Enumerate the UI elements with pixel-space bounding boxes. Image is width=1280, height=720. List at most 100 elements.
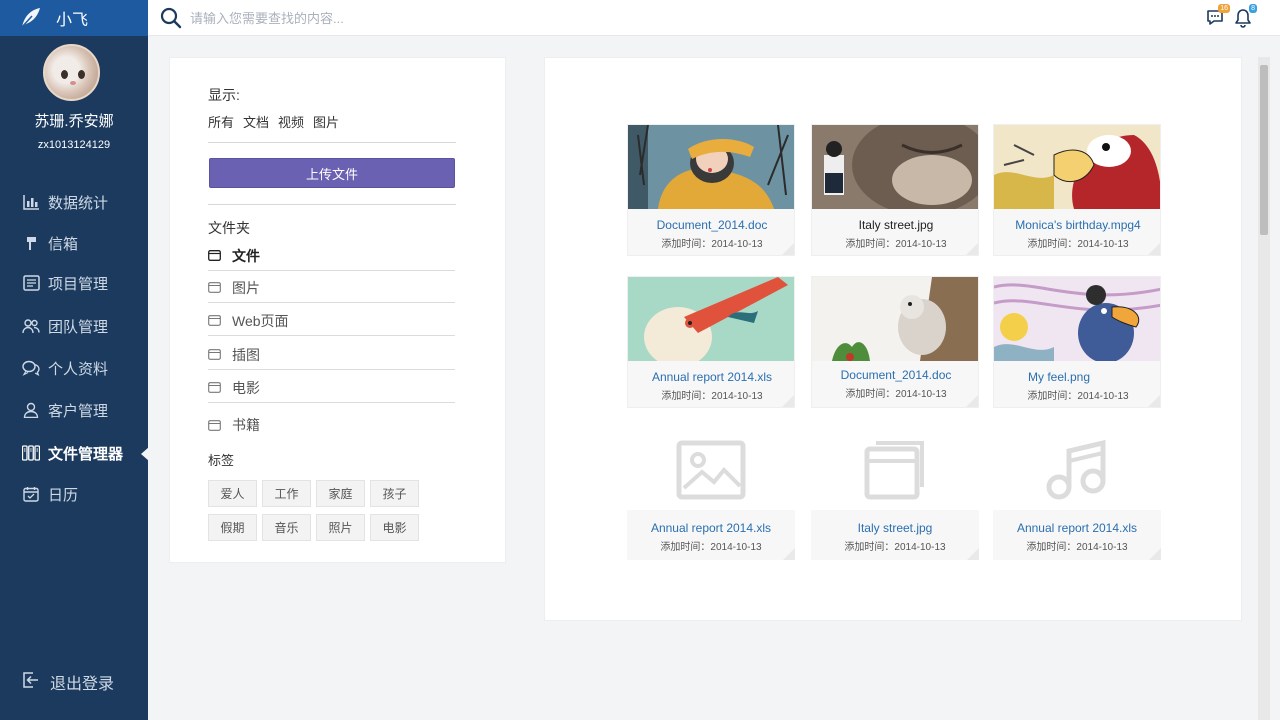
sidebar-item-profile[interactable]: 个人资料 bbox=[0, 348, 148, 388]
filter-images[interactable]: 图片 bbox=[313, 112, 339, 131]
sidebar-item-label: 日历 bbox=[48, 486, 79, 504]
sidebar-item-file-manager[interactable]: 文件管理器 bbox=[0, 433, 149, 473]
messages-badge: 16 bbox=[1218, 4, 1230, 13]
show-label: 显示: bbox=[208, 87, 240, 103]
folder-item-movies[interactable]: 电影 bbox=[208, 373, 455, 403]
logout-icon bbox=[22, 671, 40, 694]
file-name[interactable]: Italy street.jpg bbox=[811, 521, 979, 535]
filter-videos[interactable]: 视频 bbox=[278, 112, 304, 131]
file-name[interactable]: Annual report 2014.xls bbox=[627, 521, 795, 535]
folder-label: 文件 bbox=[232, 247, 260, 264]
folder-label: 电影 bbox=[232, 379, 260, 396]
folder-icon bbox=[208, 282, 221, 293]
logout-button[interactable]: 退出登录 bbox=[22, 670, 114, 694]
alerts-button[interactable]: 8 bbox=[1233, 4, 1257, 28]
project-icon bbox=[22, 274, 40, 292]
file-name[interactable]: Monica's birthday.mpg4 bbox=[994, 218, 1160, 232]
filter-panel: 显示: 所有 文档 视频 图片 上传文件 文件夹 文件 图片 Web页面 插图 … bbox=[169, 57, 506, 563]
tag-lover[interactable]: 爱人 bbox=[208, 480, 257, 507]
file-date: 添加时间：2014-10-13 bbox=[845, 389, 947, 400]
avatar[interactable] bbox=[43, 44, 100, 101]
filter-options: 所有 文档 视频 图片 bbox=[208, 112, 339, 131]
sidebar: 小飞 苏珊.乔安娜 zx1013124129 数据统计 信箱 项目管理 团队管理… bbox=[0, 0, 149, 720]
logout-label: 退出登录 bbox=[50, 676, 115, 693]
file-date: 添加时间：2014-10-13 bbox=[1027, 239, 1129, 250]
calendar-icon bbox=[22, 485, 40, 503]
tag-music[interactable]: 音乐 bbox=[262, 514, 311, 541]
file-thumbnail bbox=[627, 428, 795, 512]
user-icon bbox=[22, 401, 40, 419]
file-card[interactable]: Annual report 2014.xls 添加时间：2014-10-13 bbox=[627, 276, 795, 408]
file-date: 添加时间：2014-10-13 bbox=[661, 239, 763, 250]
filter-all[interactable]: 所有 bbox=[208, 112, 234, 131]
sidebar-item-label: 信箱 bbox=[48, 235, 79, 253]
file-thumbnail bbox=[994, 125, 1160, 209]
file-card[interactable]: Document_2014.doc 添加时间：2014-10-13 bbox=[811, 276, 979, 408]
tag-movies[interactable]: 电影 bbox=[370, 514, 419, 541]
folder-item-illustrations[interactable]: 插图 bbox=[208, 340, 455, 370]
active-indicator bbox=[141, 447, 149, 461]
tag-work[interactable]: 工作 bbox=[262, 480, 311, 507]
file-date: 添加时间：2014-10-13 bbox=[845, 239, 947, 250]
folder-item-images[interactable]: 图片 bbox=[208, 273, 455, 303]
sidebar-item-mail[interactable]: 信箱 bbox=[0, 223, 148, 263]
folder-label: 书籍 bbox=[232, 417, 260, 433]
alerts-badge: 8 bbox=[1249, 4, 1257, 13]
file-date: 添加时间：2014-10-13 bbox=[844, 542, 946, 553]
tags-title: 标签 bbox=[208, 453, 235, 468]
file-name[interactable]: Annual report 2014.xls bbox=[993, 521, 1161, 535]
file-grid-panel: Document_2014.doc 添加时间：2014-10-13 Italy … bbox=[544, 57, 1242, 621]
mail-icon bbox=[22, 234, 40, 252]
sidebar-item-label: 团队管理 bbox=[48, 318, 109, 336]
folder-icon bbox=[208, 382, 221, 393]
bar-chart-icon bbox=[22, 193, 40, 211]
sidebar-item-label: 文件管理器 bbox=[48, 445, 124, 463]
file-card[interactable]: Document_2014.doc 添加时间：2014-10-13 bbox=[627, 124, 795, 256]
sidebar-item-label: 客户管理 bbox=[48, 402, 109, 420]
folder-item-web-pages[interactable]: Web页面 bbox=[208, 306, 455, 336]
sidebar-item-label: 数据统计 bbox=[48, 194, 109, 212]
file-name[interactable]: Document_2014.doc bbox=[628, 218, 794, 232]
file-card[interactable]: Annual report 2014.xls 添加时间：2014-10-13 bbox=[993, 428, 1161, 560]
file-card[interactable]: Annual report 2014.xls 添加时间：2014-10-13 bbox=[627, 428, 795, 560]
filter-documents[interactable]: 文档 bbox=[243, 112, 269, 131]
music-file-icon bbox=[1046, 439, 1106, 500]
chat-icon bbox=[22, 359, 40, 377]
tag-holiday[interactable]: 假期 bbox=[208, 514, 257, 541]
upload-file-button[interactable]: 上传文件 bbox=[209, 158, 455, 188]
folder-label: 图片 bbox=[232, 279, 260, 296]
feather-icon bbox=[21, 8, 40, 28]
file-card[interactable]: My feel.png 添加时间：2014-10-13 bbox=[993, 276, 1161, 408]
file-thumbnail bbox=[628, 125, 794, 209]
messages-button[interactable]: 16 bbox=[1206, 4, 1230, 28]
tag-family[interactable]: 家庭 bbox=[316, 480, 365, 507]
file-name[interactable]: My feel.png bbox=[994, 370, 1160, 384]
file-name[interactable]: Annual report 2014.xls bbox=[628, 370, 794, 384]
file-date: 添加时间：2014-10-13 bbox=[1026, 542, 1128, 553]
file-thumbnail bbox=[811, 428, 979, 512]
sidebar-item-customers[interactable]: 客户管理 bbox=[0, 390, 148, 430]
sidebar-item-projects[interactable]: 项目管理 bbox=[0, 263, 148, 303]
tag-photos[interactable]: 照片 bbox=[316, 514, 365, 541]
file-card[interactable]: Italy street.jpg 添加时间：2014-10-13 bbox=[811, 124, 979, 256]
page-scrollbar[interactable] bbox=[1258, 57, 1270, 720]
team-icon bbox=[22, 317, 40, 335]
search-input[interactable] bbox=[190, 8, 790, 28]
logo-bar: 小飞 bbox=[0, 0, 148, 36]
folder-item-books[interactable]: 书籍 bbox=[208, 410, 455, 440]
folder-label: 插图 bbox=[232, 346, 260, 363]
file-name[interactable]: Italy street.jpg bbox=[812, 218, 978, 232]
file-thumbnail bbox=[993, 428, 1161, 512]
file-card[interactable]: Monica's birthday.mpg4 添加时间：2014-10-13 bbox=[993, 124, 1161, 256]
scrollbar-thumb[interactable] bbox=[1260, 65, 1268, 235]
tag-kids[interactable]: 孩子 bbox=[370, 480, 419, 507]
file-card[interactable]: Italy street.jpg 添加时间：2014-10-13 bbox=[811, 428, 979, 560]
user-id: zx1013124129 bbox=[37, 139, 111, 151]
sidebar-item-calendar[interactable]: 日历 bbox=[0, 474, 148, 514]
sidebar-item-stats[interactable]: 数据统计 bbox=[0, 182, 148, 222]
file-name[interactable]: Document_2014.doc bbox=[812, 368, 978, 382]
folders-title: 文件夹 bbox=[208, 220, 250, 236]
search-icon[interactable] bbox=[160, 7, 182, 29]
sidebar-item-team[interactable]: 团队管理 bbox=[0, 306, 148, 346]
folder-item-files[interactable]: 文件 bbox=[208, 241, 455, 271]
